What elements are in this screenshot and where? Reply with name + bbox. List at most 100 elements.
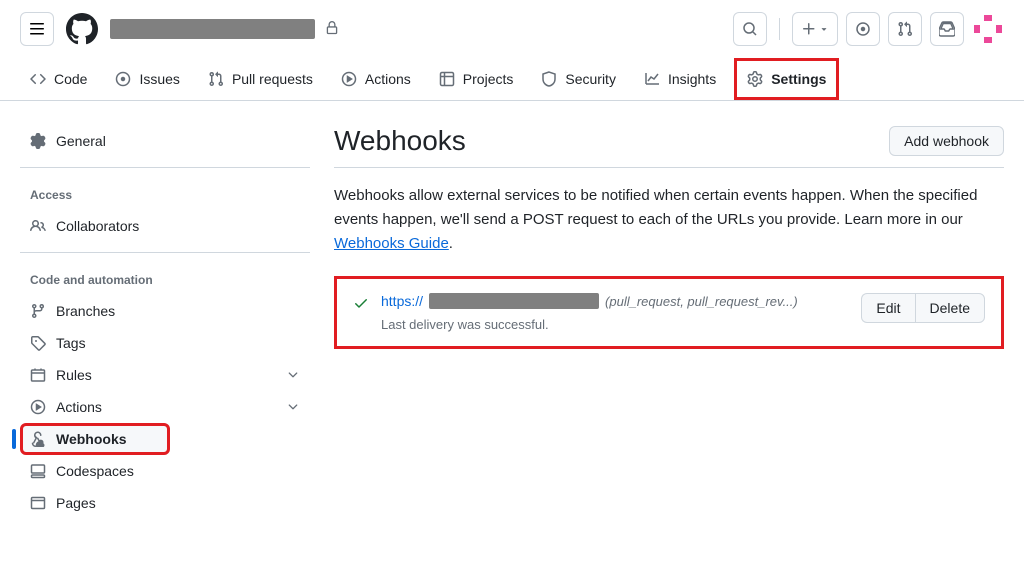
header-right (733, 12, 1004, 46)
issues-global-button[interactable] (846, 12, 880, 46)
nav-security-label: Security (565, 71, 616, 87)
create-new-button[interactable] (792, 12, 838, 46)
delete-webhook-button[interactable]: Delete (915, 293, 985, 323)
nav-actions-label: Actions (365, 71, 411, 87)
sidebar-divider (20, 167, 310, 168)
sidebar-item-label: Tags (56, 335, 86, 351)
settings-sidebar: General Access Collaborators Code and au… (20, 125, 310, 519)
nav-issues-label: Issues (139, 71, 179, 87)
sidebar-item-general[interactable]: General (20, 125, 310, 157)
lock-icon (325, 21, 339, 38)
nav-insights-label: Insights (668, 71, 716, 87)
add-webhook-button[interactable]: Add webhook (889, 126, 1004, 156)
code-icon (30, 71, 46, 87)
sidebar-item-label: Webhooks (56, 431, 127, 447)
tag-icon (30, 335, 46, 351)
webhook-info: https:// (pull_request, pull_request_rev… (381, 293, 849, 332)
github-logo-icon (66, 13, 98, 45)
sidebar-item-rules[interactable]: Rules (20, 359, 310, 391)
codespaces-icon (30, 463, 46, 479)
hamburger-menu-button[interactable] (20, 12, 54, 46)
sidebar-divider (20, 252, 310, 253)
page-header: Webhooks Add webhook (334, 125, 1004, 168)
gear-icon (30, 133, 46, 149)
sidebar-item-label: Pages (56, 495, 96, 511)
branch-icon (30, 303, 46, 319)
nav-actions[interactable]: Actions (331, 58, 421, 100)
webhook-url-redacted (429, 293, 599, 309)
github-logo[interactable] (66, 13, 98, 45)
page-title: Webhooks (334, 125, 466, 157)
webhook-status: Last delivery was successful. (381, 317, 849, 332)
pages-icon (30, 495, 46, 511)
dropdown-caret-icon (819, 24, 829, 34)
sidebar-item-webhooks[interactable]: Webhooks (20, 423, 170, 455)
pull-requests-global-button[interactable] (888, 12, 922, 46)
nav-security[interactable]: Security (531, 58, 626, 100)
repo-breadcrumb[interactable] (110, 19, 339, 39)
play-icon (30, 399, 46, 415)
sidebar-item-collaborators[interactable]: Collaborators (20, 210, 310, 242)
top-header (0, 0, 1024, 58)
search-button[interactable] (733, 12, 767, 46)
sidebar-item-branches[interactable]: Branches (20, 295, 310, 327)
inbox-icon (939, 21, 955, 37)
edit-webhook-button[interactable]: Edit (861, 293, 914, 323)
chevron-down-icon (286, 368, 300, 382)
nav-pull-requests[interactable]: Pull requests (198, 58, 323, 100)
webhook-item: https:// (pull_request, pull_request_rev… (334, 276, 1004, 349)
webhook-icon (30, 431, 46, 447)
webhook-events: (pull_request, pull_request_rev...) (605, 294, 798, 309)
git-pull-request-icon (208, 71, 224, 87)
description-text-1: Webhooks allow external services to be n… (334, 187, 977, 228)
nav-projects[interactable]: Projects (429, 58, 524, 100)
nav-insights[interactable]: Insights (634, 58, 726, 100)
page-description: Webhooks allow external services to be n… (334, 184, 1004, 256)
main-layout: General Access Collaborators Code and au… (0, 101, 1024, 543)
sidebar-item-pages[interactable]: Pages (20, 487, 310, 519)
play-icon (341, 71, 357, 87)
sidebar-heading-access: Access (20, 180, 310, 210)
nav-pull-requests-label: Pull requests (232, 71, 313, 87)
sidebar-item-tags[interactable]: Tags (20, 327, 310, 359)
hamburger-icon (29, 21, 45, 37)
user-avatar[interactable] (972, 13, 1004, 45)
notifications-button[interactable] (930, 12, 964, 46)
description-text-2: . (449, 235, 453, 252)
webhook-protocol: https:// (381, 293, 423, 309)
webhook-list: https:// (pull_request, pull_request_rev… (334, 276, 1004, 349)
rules-icon (30, 367, 46, 383)
issue-icon (115, 71, 131, 87)
webhook-url-row[interactable]: https:// (pull_request, pull_request_rev… (381, 293, 849, 309)
git-pull-request-icon (897, 21, 913, 37)
gear-icon (747, 71, 763, 87)
page-content: Webhooks Add webhook Webhooks allow exte… (334, 125, 1004, 519)
sidebar-item-codespaces[interactable]: Codespaces (20, 455, 310, 487)
sidebar-item-label: General (56, 133, 106, 149)
sidebar-item-actions[interactable]: Actions (20, 391, 310, 423)
nav-code-label: Code (54, 71, 87, 87)
chevron-down-icon (286, 400, 300, 414)
search-icon (742, 21, 758, 37)
plus-icon (801, 21, 817, 37)
webhooks-guide-link[interactable]: Webhooks Guide (334, 235, 449, 252)
shield-icon (541, 71, 557, 87)
sidebar-item-label: Rules (56, 367, 92, 383)
avatar-identicon-icon (972, 13, 1004, 45)
repo-name-redacted (110, 19, 315, 39)
nav-settings[interactable]: Settings (734, 58, 839, 100)
check-icon (353, 295, 369, 314)
dot-circle-icon (855, 21, 871, 37)
people-icon (30, 218, 46, 234)
project-icon (439, 71, 455, 87)
nav-settings-label: Settings (771, 71, 826, 87)
header-divider (779, 18, 780, 40)
nav-projects-label: Projects (463, 71, 514, 87)
webhook-actions: Edit Delete (861, 293, 985, 323)
sidebar-item-label: Branches (56, 303, 115, 319)
header-left (20, 12, 339, 46)
nav-issues[interactable]: Issues (105, 58, 189, 100)
repo-nav: Code Issues Pull requests Actions Projec… (0, 58, 1024, 101)
repo-nav-list: Code Issues Pull requests Actions Projec… (20, 58, 1004, 100)
nav-code[interactable]: Code (20, 58, 97, 100)
